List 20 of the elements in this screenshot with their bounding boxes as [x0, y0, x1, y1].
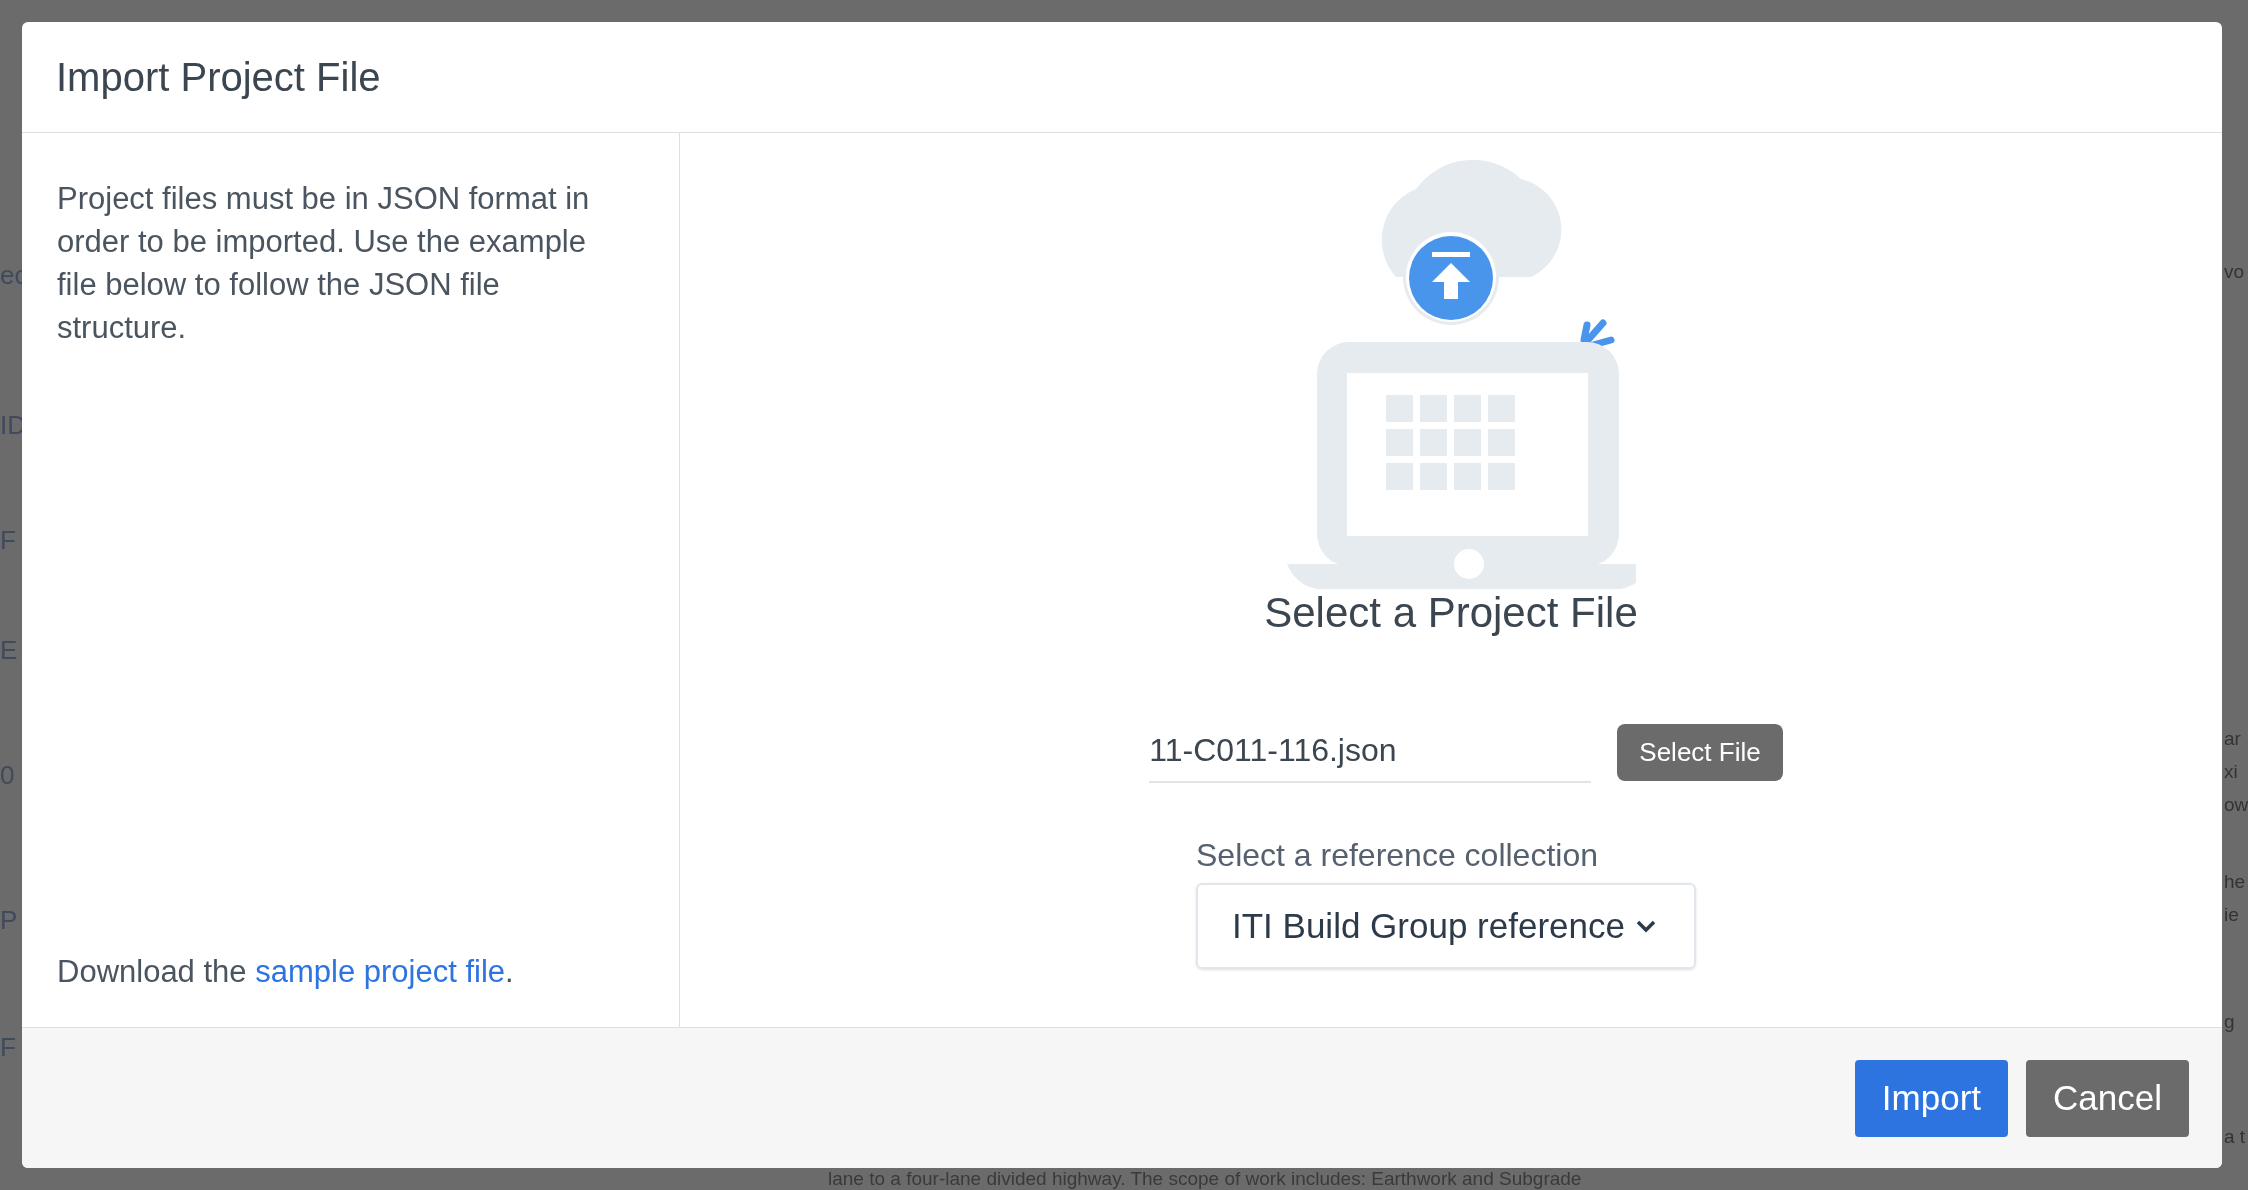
file-name-field[interactable]: 11-C011-116.json	[1149, 725, 1592, 783]
background-text: a t	[2224, 1125, 2246, 1149]
cancel-button[interactable]: Cancel	[2026, 1059, 2189, 1137]
background-text: g	[2224, 1010, 2235, 1034]
select-file-button[interactable]: Select File	[1617, 724, 1783, 781]
reference-dropdown[interactable]: ITI Build Group reference	[1196, 883, 1696, 969]
description-text: Project files must be in JSON format in order to be imported. Use the example file below to follow the JSON file structure.	[57, 180, 591, 347]
background-text: ie	[2224, 903, 2239, 927]
background-text: xi	[2224, 760, 2238, 784]
sample-file-link[interactable]: sample project file	[255, 954, 506, 989]
background-text: ar	[2224, 727, 2241, 751]
background-text: vo	[2224, 260, 2245, 284]
reference-label: Select a reference collection	[1196, 836, 1599, 875]
dialog-title: Import Project File	[56, 54, 381, 101]
chevron-down-icon	[1634, 919, 1657, 933]
download-text: Download the sample project file.	[57, 953, 515, 991]
import-button[interactable]: Import	[1854, 1059, 2009, 1137]
background-text: ow	[2224, 793, 2248, 817]
background-text: he	[2224, 870, 2246, 894]
upload-heading: Select a Project File	[1264, 588, 1638, 638]
